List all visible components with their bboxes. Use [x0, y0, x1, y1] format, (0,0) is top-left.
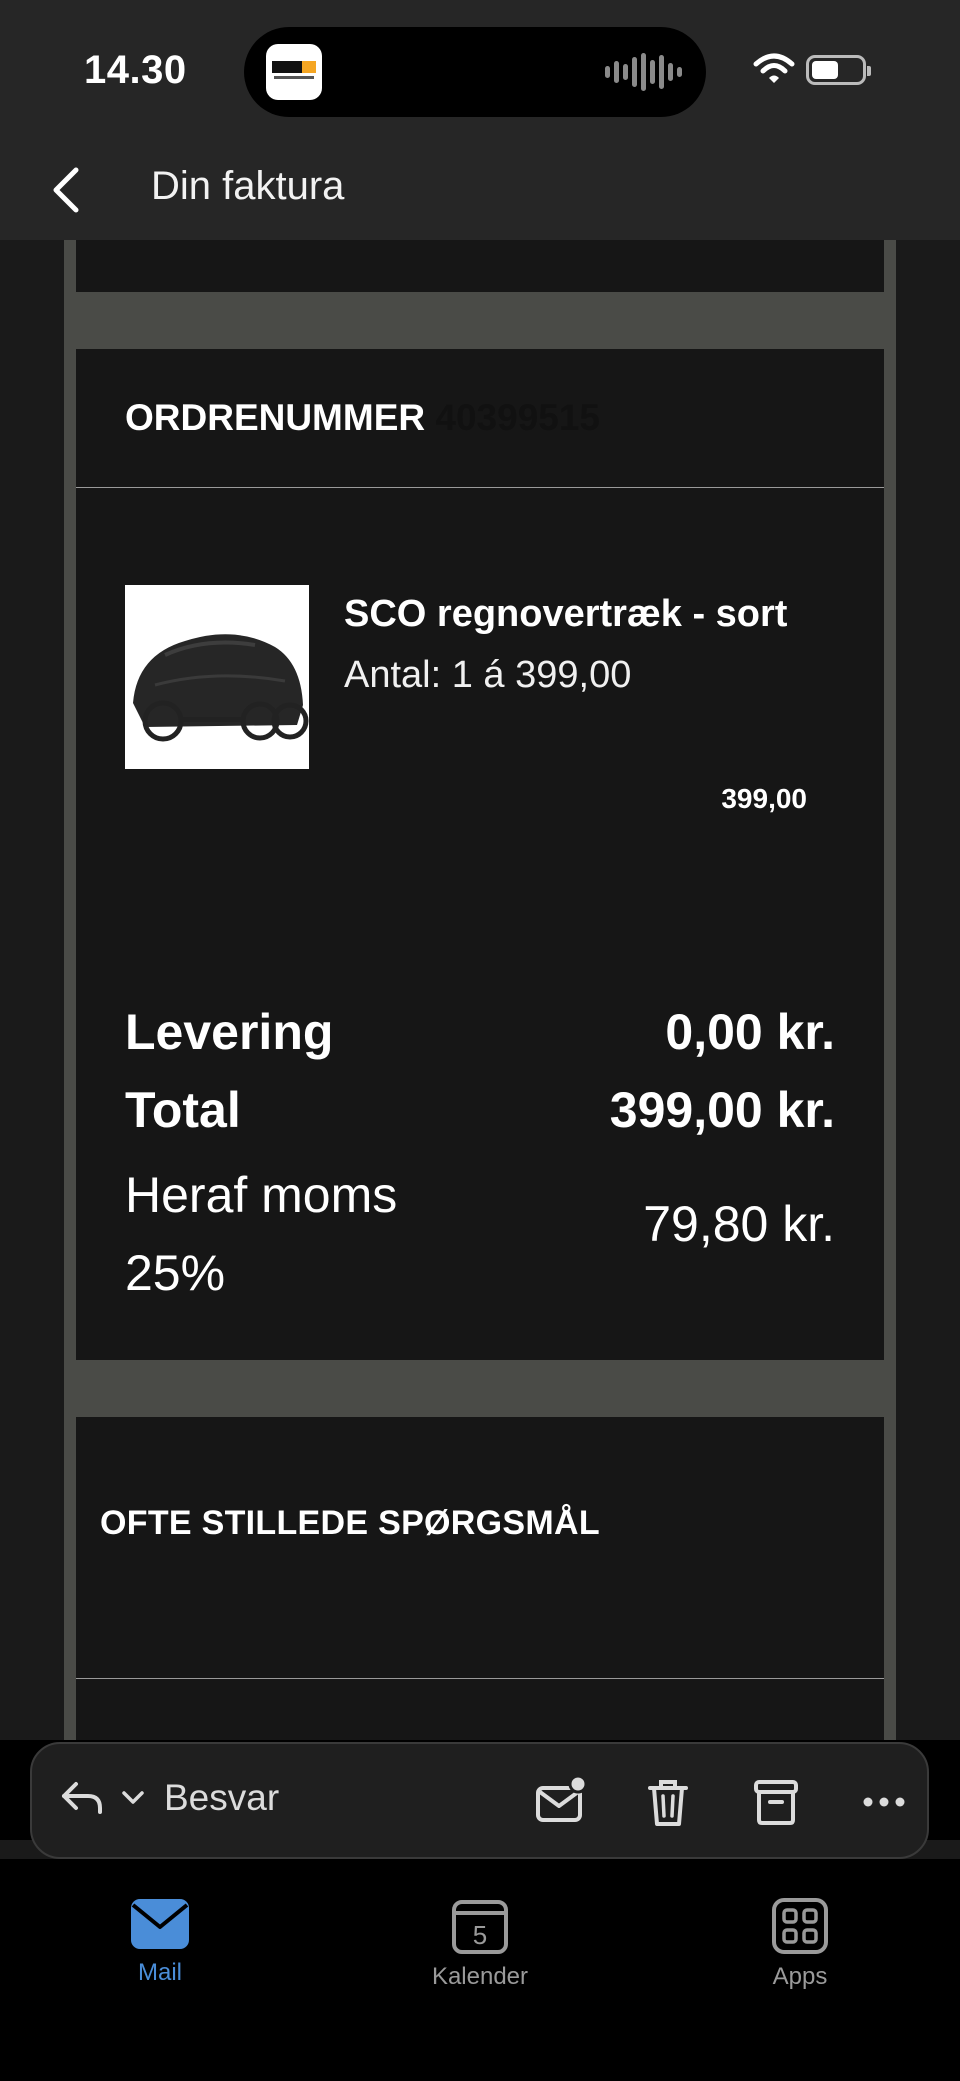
total-label: Total — [125, 1082, 241, 1138]
cargo-bike-rain-cover-image — [133, 634, 309, 742]
reply-button[interactable]: Besvar — [58, 1774, 279, 1822]
faq-panel: OFTE STILLEDE SPØRGSMÅL — [76, 1417, 884, 1740]
tab-mail-label: Mail — [137, 1959, 182, 1986]
tab-apps-label: Apps — [772, 1963, 828, 1990]
mark-unread-button[interactable] — [530, 1772, 590, 1832]
ellipsis-icon — [863, 1797, 905, 1807]
envelope-unread-icon — [536, 1774, 588, 1822]
tab-calendar[interactable]: 5 Kalender — [380, 1897, 580, 2007]
wifi-icon — [753, 53, 795, 83]
apps-grid-icon — [772, 1898, 828, 1954]
calendar-date-badge: 5 — [473, 1920, 487, 1950]
trash-icon — [648, 1780, 688, 1826]
order-number-heading: ORDRENUMMER 40399515 — [125, 397, 600, 439]
order-panel: ORDRENUMMER 40399515 SCO regnovertræk - … — [76, 349, 884, 1360]
more-actions-button[interactable] — [854, 1772, 914, 1832]
mail-action-toolbar: Besvar — [30, 1742, 929, 1859]
product-quantity: Antal: 1 á 399,00 — [344, 654, 632, 696]
reply-icon — [62, 1782, 102, 1814]
faq-title: OFTE STILLEDE SPØRGSMÅL — [100, 1504, 600, 1542]
calendar-icon: 5 — [452, 1900, 508, 1954]
page-title: Din faktura — [151, 164, 345, 208]
archive-box-icon — [754, 1780, 798, 1825]
email-body[interactable]: ORDRENUMMER 40399515 SCO regnovertræk - … — [64, 240, 896, 1740]
delivery-label: Levering — [125, 1004, 334, 1060]
nav-header: Din faktura — [0, 140, 960, 240]
order-number-label: ORDRENUMMER — [125, 397, 426, 438]
chevron-left-icon — [53, 167, 79, 213]
status-time: 14.30 — [84, 48, 187, 92]
reply-label: Besvar — [164, 1777, 280, 1818]
delete-button[interactable] — [638, 1772, 698, 1832]
vat-label: Heraf moms 25% — [125, 1167, 398, 1301]
audio-waveform-icon — [605, 53, 682, 91]
dr-radio-app-icon — [266, 44, 322, 100]
product-name: SCO regnovertræk - sort — [344, 593, 788, 635]
chevron-down-icon[interactable] — [118, 1783, 148, 1813]
order-number-value: 40399515 — [435, 397, 601, 438]
tab-calendar-label: Kalender — [431, 1963, 529, 1990]
dynamic-island[interactable] — [244, 27, 706, 117]
faq-divider — [76, 1678, 884, 1679]
delivery-value: 0,00 kr. — [665, 1004, 835, 1060]
tab-mail[interactable]: Mail — [60, 1897, 260, 2007]
product-image[interactable] — [125, 585, 309, 769]
product-line-total: 399,00 — [721, 783, 807, 814]
total-value: 399,00 kr. — [609, 1082, 835, 1138]
previous-section-panel — [76, 240, 884, 292]
tab-apps[interactable]: Apps — [700, 1897, 900, 2007]
vat-value: 79,80 kr. — [643, 1196, 835, 1252]
mail-icon — [131, 1899, 189, 1949]
tab-bar: Mail 5 Kalender Apps — [0, 1859, 960, 2081]
battery-icon — [806, 55, 871, 85]
back-button[interactable] — [40, 160, 100, 220]
archive-button[interactable] — [746, 1772, 806, 1832]
status-bar: 14.30 — [0, 0, 960, 140]
order-divider — [76, 487, 884, 488]
